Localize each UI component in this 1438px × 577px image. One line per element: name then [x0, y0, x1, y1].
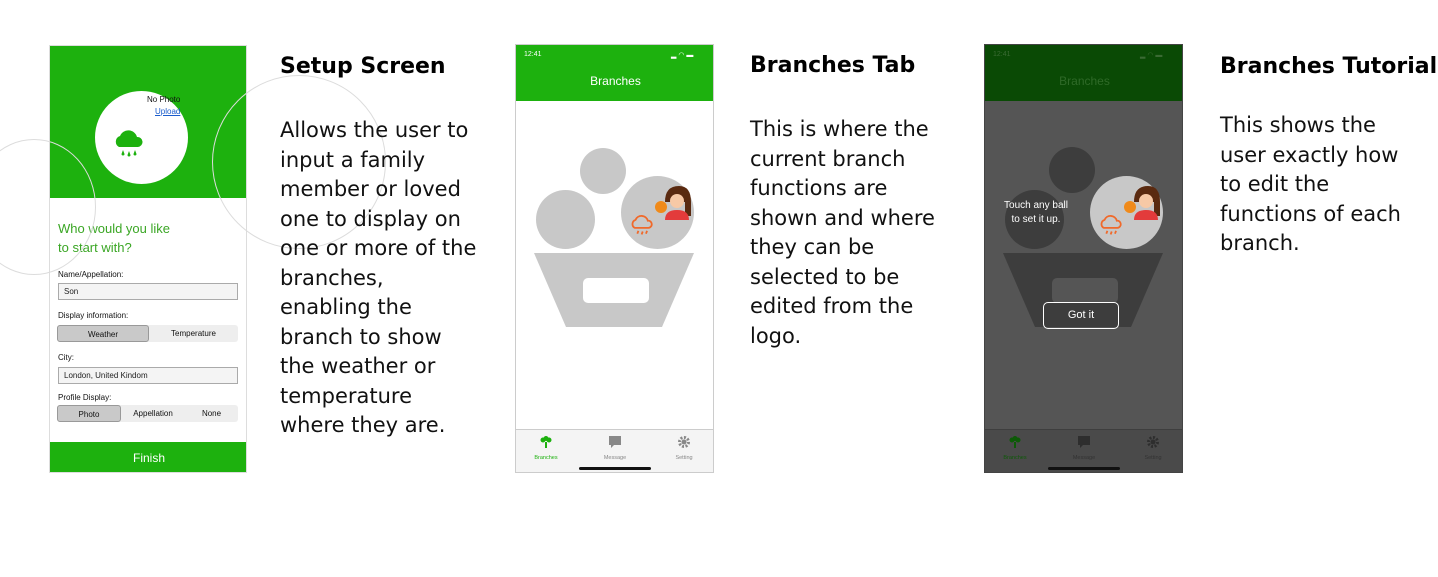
display-label: Display information: [58, 311, 129, 320]
setup-caption-title: Setup Screen [280, 54, 446, 79]
status-icons: ▂ ◠ ▬ [671, 52, 694, 59]
finish-button[interactable]: Finish [50, 442, 246, 472]
tree-icon [540, 436, 552, 448]
tab-message-label: Message [1072, 455, 1096, 461]
logo-bowl[interactable] [534, 253, 694, 327]
city-field[interactable]: London, United Kindom [58, 367, 238, 384]
setup-caption-body: Allows the user to input a family member… [280, 116, 476, 441]
status-time: 12:41 [993, 51, 1011, 58]
got-it-button[interactable]: Got it [1043, 302, 1119, 329]
tab-setting[interactable]: Setting [664, 436, 704, 464]
weather-option[interactable]: Weather [57, 325, 149, 342]
tab-bar: Branches Message Setting [516, 429, 713, 472]
setup-caption-line: one to display on [280, 206, 461, 231]
branches-caption-line: selected to be [750, 264, 900, 289]
status-icons: ▂ ◠ ▬ [1140, 52, 1163, 59]
profile-segmented-control[interactable]: Photo Appellation None [57, 405, 238, 422]
branches-caption-line: logo. [750, 323, 802, 348]
tutorial-screen: 12:41 ▂ ◠ ▬ Branches Touch any ball to s… [984, 44, 1183, 473]
tab-setting[interactable]: Setting [1133, 436, 1173, 464]
tab-bar-dimmed: Branches Message Setting [985, 429, 1182, 472]
setup-screen: No Photo Upload Who would you like to st… [49, 45, 247, 473]
finish-label: Finish [132, 451, 165, 465]
setup-caption-line: input a family [280, 147, 426, 172]
tab-setting-label: Setting [675, 455, 693, 461]
tab-branches-label: Branches [1003, 455, 1027, 461]
tab-message-label: Message [603, 455, 627, 461]
cloud-rain-icon [631, 215, 653, 235]
message-icon [609, 436, 621, 448]
tutorial-caption-line: branch. [1220, 231, 1300, 255]
hint-line-1: Touch any ball [1004, 200, 1068, 211]
display-segmented-control[interactable]: Weather Temperature [57, 325, 238, 342]
tutorial-caption-line: functions of each [1220, 201, 1401, 226]
tab-setting-label: Setting [1144, 455, 1162, 461]
ball-right[interactable] [621, 176, 694, 249]
setup-caption-line: enabling the [280, 295, 412, 319]
nav-title: Branches [590, 74, 641, 88]
branches-caption-line: current branch [750, 146, 906, 171]
gear-icon [678, 436, 690, 448]
photo-option[interactable]: Photo [57, 405, 121, 422]
got-it-label: Got it [1067, 309, 1095, 321]
cloud-rain-icon [1100, 215, 1122, 235]
tab-message[interactable]: Message [595, 436, 635, 464]
tab-branches-label: Branches [534, 455, 558, 461]
nav-bar: 12:41 ▂ ◠ ▬ Branches [516, 45, 713, 101]
hint-line-2: to set it up. [1011, 214, 1061, 225]
setup-caption-line: where they are. [280, 413, 446, 437]
home-indicator [579, 467, 651, 470]
branches-screen: 12:41 ▂ ◠ ▬ Branches Branches Message Se… [515, 44, 714, 473]
appellation-option[interactable]: Appellation [121, 405, 185, 422]
ball-right-highlight[interactable] [1090, 176, 1163, 249]
tutorial-caption-line: to edit the [1220, 172, 1330, 196]
branches-caption-title: Branches Tab [750, 53, 916, 78]
tutorial-caption-line: user exactly how [1220, 142, 1399, 167]
ball-top[interactable] [580, 148, 626, 194]
status-time: 12:41 [524, 51, 542, 58]
setup-caption-line: member or loved [280, 177, 461, 201]
home-indicator [1048, 467, 1120, 470]
gear-icon [1147, 436, 1159, 448]
setup-caption-line: the weather or [280, 354, 436, 378]
tab-branches[interactable]: Branches [995, 436, 1035, 464]
tab-branches[interactable]: Branches [526, 436, 566, 464]
tab-message[interactable]: Message [1064, 436, 1104, 464]
branches-caption-line: This is where the [750, 117, 929, 141]
setup-caption-line: Allows the user to [280, 118, 469, 142]
tree-icon [1009, 436, 1021, 448]
photo-circle[interactable]: No Photo Upload [95, 91, 188, 184]
tutorial-hint: Touch any ball to set it up. [987, 199, 1085, 227]
branches-caption-line: functions are [750, 176, 888, 200]
nav-bar-dimmed: 12:41 ▂ ◠ ▬ Branches [985, 45, 1182, 101]
profile-label: Profile Display: [58, 393, 112, 402]
avatar-illustration [655, 186, 691, 220]
branches-caption-body: This is where the current branch functio… [750, 115, 935, 351]
no-photo-label: No Photo [147, 95, 181, 104]
avatar-illustration [1124, 186, 1160, 220]
nav-title: Branches [1059, 74, 1110, 88]
setup-caption-line: branches, [280, 265, 384, 290]
branches-caption-line: they can be [750, 235, 875, 259]
ball-top[interactable] [1049, 147, 1095, 193]
ball-left[interactable] [536, 190, 595, 249]
message-icon [1078, 436, 1090, 448]
branches-caption-line: edited from the [750, 294, 914, 318]
tutorial-caption-line: This shows the [1220, 113, 1376, 137]
city-label: City: [58, 353, 74, 362]
name-field[interactable]: Son [58, 283, 238, 300]
none-option[interactable]: None [185, 405, 238, 422]
tutorial-caption-body: This shows the user exactly how to edit … [1220, 111, 1401, 259]
upload-link[interactable]: Upload [155, 107, 180, 116]
cloud-rain-icon [115, 130, 143, 157]
branches-caption-line: shown and where [750, 205, 935, 230]
tutorial-caption-title: Branches Tutorial [1220, 54, 1438, 79]
temperature-option[interactable]: Temperature [149, 325, 238, 342]
setup-caption-line: one or more of the [280, 236, 477, 260]
setup-caption-line: branch to show [280, 324, 442, 349]
name-label: Name/Appellation: [58, 270, 124, 279]
setup-caption-line: temperature [280, 383, 412, 408]
